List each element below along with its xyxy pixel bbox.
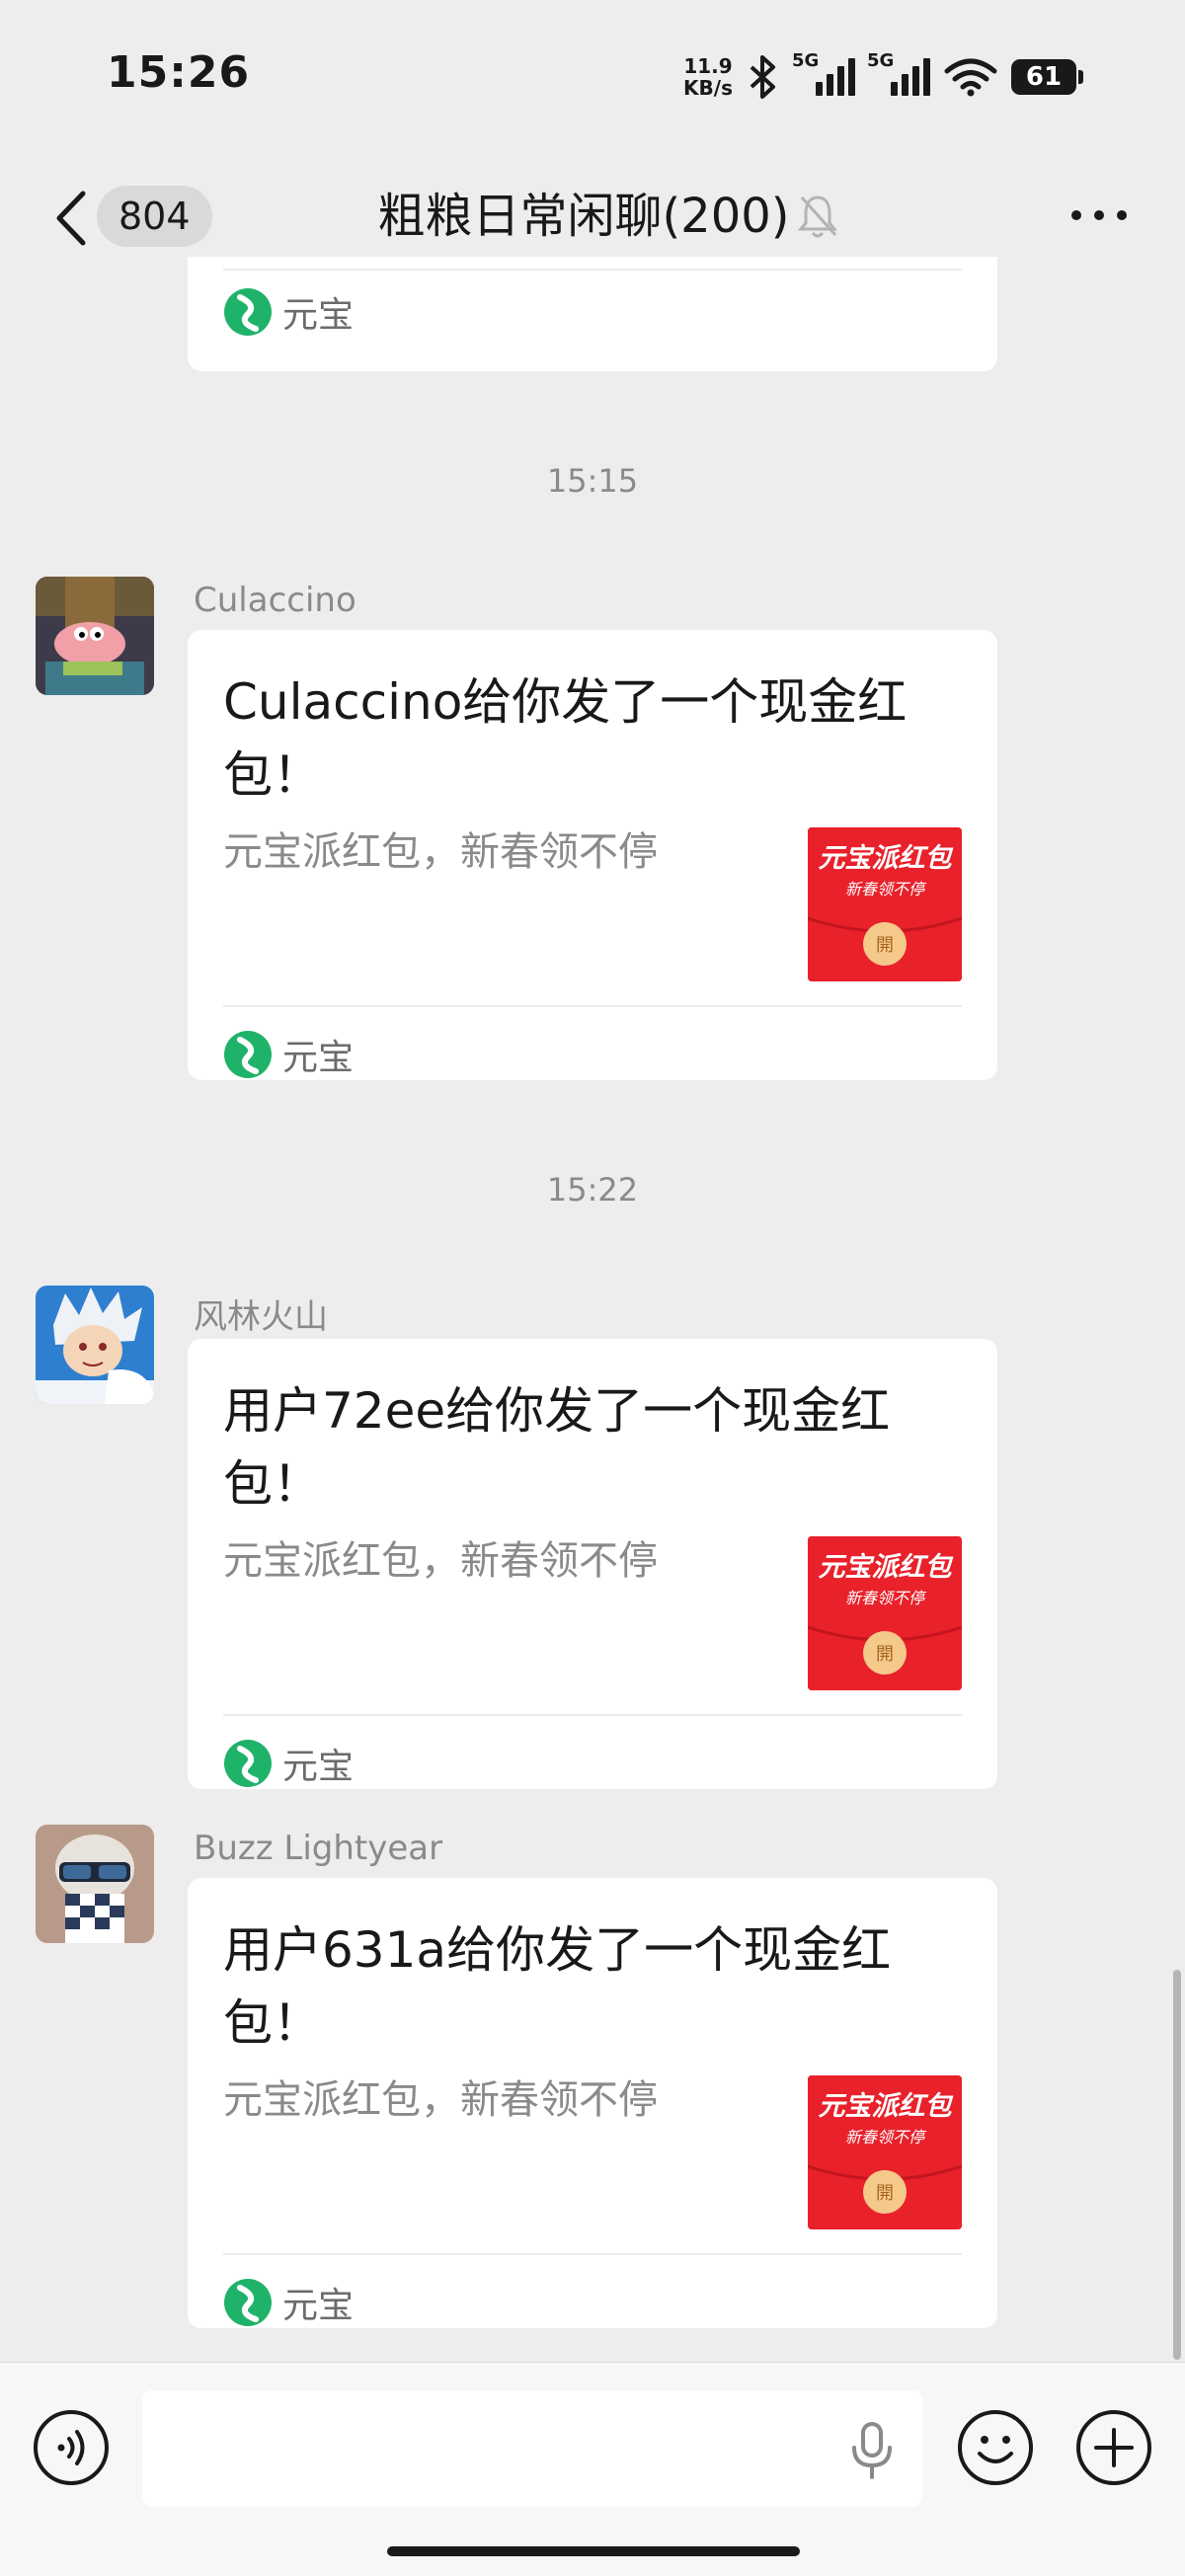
red-packet-card[interactable]: 用户72ee给你发了一个现金红包！ 元宝派红包，新春领不停 元宝派红包 新春领不… <box>188 1339 997 1789</box>
chat-scrollbar[interactable] <box>1173 1970 1181 2360</box>
card-divider <box>223 1714 962 1716</box>
net-speed: 11.9 KB/s <box>683 55 733 99</box>
bluetooth-icon <box>750 55 775 99</box>
red-packet-title: 用户72ee给你发了一个现金红包！ <box>223 1382 891 1513</box>
thumb-subtitle: 新春领不停 <box>845 2128 927 2147</box>
red-packet-thumbnail: 元宝派红包 新春领不停 開 <box>808 827 962 981</box>
avatar-fenglinhuoshan[interactable] <box>36 1286 154 1404</box>
battery-indicator: 61 <box>1011 59 1083 95</box>
emoji-icon[interactable] <box>956 2408 1035 2487</box>
net-speed-unit: KB/s <box>683 76 733 100</box>
signal-2-label: 5G <box>867 50 895 71</box>
card-source-label: 元宝 <box>282 1747 355 1787</box>
signal-1-label: 5G <box>792 50 820 71</box>
sender-name: 风林火山 <box>194 1297 328 1337</box>
card-divider <box>223 2253 962 2255</box>
message-card-partial[interactable]: 元宝 <box>188 257 997 371</box>
chat-message-list[interactable]: 元宝 15:15 Culaccino Culaccino给你发了一个现金红包！ … <box>0 257 1185 2360</box>
timestamp: 15:15 <box>546 462 639 500</box>
yuanbao-logo-icon <box>224 2279 272 2326</box>
mic-icon[interactable] <box>847 2420 897 2481</box>
status-icons: 11.9 KB/s 5G 5G 61 <box>683 49 1083 105</box>
card-footer: 元宝 <box>223 1029 354 1080</box>
card-footer: 元宝 <box>223 1738 354 1789</box>
yuanbao-logo-icon <box>224 1031 272 1078</box>
sender-name: Culaccino <box>194 581 356 620</box>
thumb-title: 元宝派红包 <box>819 2091 954 2122</box>
more-icon[interactable] <box>1068 194 1130 237</box>
card-footer: 元宝 <box>223 2277 354 2328</box>
red-packet-title: 用户631a给你发了一个现金红包！ <box>223 1921 892 2052</box>
red-packet-desc: 元宝派红包，新春领不停 <box>223 1538 658 1584</box>
avatar-buzz-lightyear[interactable] <box>36 1825 154 1943</box>
red-packet-thumbnail: 元宝派红包 新春领不停 開 <box>808 2075 962 2229</box>
card-divider <box>223 269 962 271</box>
card-source-label: 元宝 <box>282 1038 355 1078</box>
message-input[interactable] <box>142 2390 922 2507</box>
timestamp: 15:22 <box>546 1171 639 1209</box>
yuanbao-logo-icon <box>224 1740 272 1787</box>
card-divider <box>223 1005 962 1007</box>
plus-icon[interactable] <box>1074 2408 1153 2487</box>
thumb-open: 開 <box>876 2183 894 2204</box>
red-packet-card[interactable]: Culaccino给你发了一个现金红包！ 元宝派红包，新春领不停 元宝派红包 新… <box>188 630 997 1080</box>
thumb-title: 元宝派红包 <box>819 1552 954 1583</box>
card-source-label: 元宝 <box>282 2286 355 2326</box>
sender-name: Buzz Lightyear <box>194 1829 443 1868</box>
red-packet-card[interactable]: 用户631a给你发了一个现金红包！ 元宝派红包，新春领不停 元宝派红包 新春领不… <box>188 1878 997 2328</box>
mute-bell-icon <box>797 195 838 238</box>
input-bar <box>0 2362 1185 2576</box>
thumb-open: 開 <box>876 1644 894 1665</box>
yuanbao-logo-icon <box>224 288 272 336</box>
card-footer: 元宝 <box>223 286 354 338</box>
avatar-culaccino[interactable] <box>36 577 154 695</box>
thumb-subtitle: 新春领不停 <box>845 1589 927 1607</box>
status-bar: 15:26 11.9 KB/s 5G 5G 61 <box>0 0 1185 148</box>
wifi-icon <box>944 58 997 97</box>
net-speed-value: 11.9 <box>683 54 733 78</box>
home-indicator[interactable] <box>387 2546 800 2556</box>
voice-icon[interactable] <box>32 2408 111 2487</box>
signal-1-icon: 5G <box>792 50 855 96</box>
red-packet-title: Culaccino给你发了一个现金红包！ <box>223 673 908 804</box>
thumb-open: 開 <box>876 935 894 956</box>
red-packet-thumbnail: 元宝派红包 新春领不停 開 <box>808 1536 962 1690</box>
red-packet-desc: 元宝派红包，新春领不停 <box>223 2077 658 2123</box>
red-packet-desc: 元宝派红包，新春领不停 <box>223 829 658 875</box>
thumb-subtitle: 新春领不停 <box>845 880 927 898</box>
status-time: 15:26 <box>107 47 251 98</box>
signal-2-icon: 5G <box>867 50 930 96</box>
card-source-label: 元宝 <box>282 295 355 336</box>
thumb-title: 元宝派红包 <box>819 843 954 874</box>
chat-title: 粗粮日常闲聊(200) <box>377 189 790 244</box>
